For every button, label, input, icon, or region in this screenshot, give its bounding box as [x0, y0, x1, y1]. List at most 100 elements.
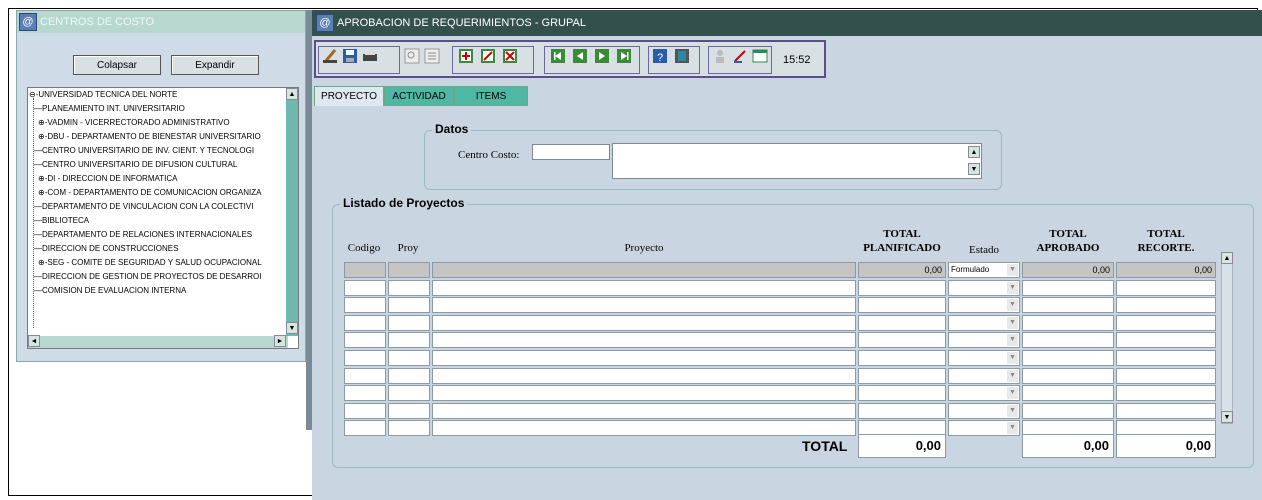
user-icon[interactable] [712, 48, 728, 64]
save-icon[interactable] [342, 48, 358, 64]
tree-node-root[interactable]: ⊖-UNIVERSIDAD TECNICA DEL NORTE [29, 88, 177, 102]
aprobado-cell[interactable] [1022, 279, 1114, 296]
recorte-cell[interactable] [1116, 279, 1216, 296]
aprobado-cell[interactable] [1022, 402, 1114, 419]
search-icon[interactable] [404, 48, 420, 64]
proyecto-cell[interactable] [432, 297, 856, 314]
dropdown-arrow-icon[interactable]: ▼ [1007, 387, 1018, 400]
list-icon[interactable] [424, 48, 440, 64]
expand-node-icon[interactable]: ⊕- [38, 258, 47, 267]
recorte-cell[interactable] [1116, 332, 1216, 349]
expand-node-icon[interactable]: ⊕- [38, 188, 47, 197]
tree-node[interactable]: —PLANEAMIENTO INT. UNIVERSITARIO [34, 102, 185, 116]
collapse-node-icon[interactable]: ⊖- [29, 90, 38, 99]
tree-vertical-scrollbar[interactable]: ▲ ▼ [286, 88, 298, 336]
proyecto-cell[interactable] [432, 350, 856, 366]
estado-cell[interactable]: ▼ [948, 279, 1020, 296]
expand-node-icon[interactable]: ⊕- [38, 132, 47, 141]
estado-cell[interactable]: ▼ [948, 367, 1020, 384]
aprobado-cell[interactable] [1022, 367, 1114, 384]
next-record-icon[interactable] [594, 48, 610, 64]
dropdown-arrow-icon[interactable]: ▼ [1007, 316, 1018, 329]
codigo-cell[interactable] [344, 297, 386, 314]
tree-node[interactable]: ⊕-COM - DEPARTAMENTO DE COMUNICACION ORG… [38, 186, 261, 200]
previous-record-icon[interactable] [572, 48, 588, 64]
recorte-cell[interactable] [1116, 402, 1216, 419]
proyecto-cell[interactable] [432, 262, 856, 278]
planificado-cell[interactable] [858, 385, 946, 402]
tree-horizontal-scrollbar[interactable]: ◄ ► [28, 335, 288, 348]
last-record-icon[interactable] [616, 48, 632, 64]
window-icon[interactable] [752, 48, 768, 64]
recorte-cell[interactable] [1116, 385, 1216, 402]
proy-cell[interactable] [388, 297, 430, 314]
scroll-up-icon[interactable]: ▲ [286, 88, 298, 100]
recorte-cell[interactable] [1116, 297, 1216, 314]
proyecto-cell[interactable] [432, 314, 856, 331]
tree-node[interactable]: ⊕-VADMIN - VICERRECTORADO ADMINISTRATIVO [38, 116, 230, 130]
planificado-cell[interactable] [858, 367, 946, 384]
proy-cell[interactable] [388, 385, 430, 402]
tree-node[interactable]: —COMISION DE EVALUACION INTERNA [34, 284, 186, 298]
dropdown-arrow-icon[interactable]: ▼ [1007, 369, 1018, 382]
proy-cell[interactable] [388, 420, 430, 437]
proyecto-cell[interactable] [432, 420, 856, 437]
centro-costo-name-input[interactable] [612, 143, 982, 179]
dropdown-arrow-icon[interactable]: ▼ [1007, 334, 1018, 347]
estado-cell[interactable]: ▼ [948, 332, 1020, 349]
aprobado-cell[interactable] [1022, 350, 1114, 366]
proy-cell[interactable] [388, 314, 430, 331]
aprobado-cell[interactable]: 0,00 [1022, 262, 1114, 278]
dropdown-arrow-icon[interactable]: ▼ [1007, 281, 1018, 294]
planificado-cell[interactable]: 0,00 [858, 262, 946, 278]
proyecto-cell[interactable] [432, 367, 856, 384]
codigo-cell[interactable] [344, 367, 386, 384]
planificado-cell[interactable] [858, 297, 946, 314]
tab-items[interactable]: ITEMS [454, 86, 528, 106]
tree-node[interactable]: —DEPARTAMENTO DE RELACIONES INTERNACIONA… [34, 228, 252, 242]
centro-costo-code-input[interactable] [532, 144, 610, 160]
estado-cell[interactable]: ▼ [948, 385, 1020, 402]
proy-cell[interactable] [388, 350, 430, 366]
tree-node[interactable]: —CENTRO UNIVERSITARIO DE INV. CIENT. Y T… [34, 144, 254, 158]
codigo-cell[interactable] [344, 350, 386, 366]
tree-node[interactable]: —DEPARTAMENTO DE VINCULACION CON LA COLE… [34, 200, 253, 214]
edit-record-icon[interactable] [480, 48, 496, 64]
expand-node-icon[interactable]: ⊕- [38, 174, 47, 183]
planificado-cell[interactable] [858, 314, 946, 331]
delete-record-icon[interactable] [502, 48, 518, 64]
estado-cell[interactable]: ▼ [948, 314, 1020, 331]
clear-icon[interactable] [322, 48, 338, 64]
scroll-down-icon[interactable]: ▼ [286, 322, 298, 334]
codigo-cell[interactable] [344, 314, 386, 331]
proyecto-cell[interactable] [432, 402, 856, 419]
codigo-cell[interactable] [344, 279, 386, 296]
tree-node[interactable]: ⊕-DBU - DEPARTAMENTO DE BIENESTAR UNIVER… [38, 130, 261, 144]
tree-node[interactable]: ⊕-DI - DIRECCION DE INFORMATICA [38, 172, 177, 186]
expand-button[interactable]: Expandir [171, 55, 259, 75]
proy-cell[interactable] [388, 367, 430, 384]
scroll-up-icon[interactable]: ▲ [968, 146, 980, 158]
tree-node[interactable]: —DIRECCION DE CONSTRUCCIONES [34, 242, 178, 256]
scroll-down-icon[interactable]: ▼ [1221, 411, 1233, 423]
proy-cell[interactable] [388, 279, 430, 296]
codigo-cell[interactable] [344, 385, 386, 402]
tree-node[interactable]: ⊕-SEG - COMITE DE SEGURIDAD Y SALUD OCUP… [38, 256, 262, 270]
dropdown-arrow-icon[interactable]: ▼ [1007, 422, 1018, 435]
grid-vertical-scrollbar[interactable]: ▲ ▼ [1221, 252, 1233, 424]
first-record-icon[interactable] [550, 48, 566, 64]
aprobado-cell[interactable] [1022, 385, 1114, 402]
help-icon[interactable]: ? [652, 48, 668, 64]
recorte-cell[interactable]: 0,00 [1116, 262, 1216, 278]
codigo-cell[interactable] [344, 332, 386, 349]
planificado-cell[interactable] [858, 402, 946, 419]
dropdown-arrow-icon[interactable]: ▼ [1007, 299, 1018, 312]
tree-node[interactable]: —DIRECCION DE GESTION DE PROYECTOS DE DE… [34, 270, 261, 284]
tab-actividad[interactable]: ACTIVIDAD [384, 86, 454, 106]
estado-cell[interactable]: ▼ [948, 420, 1020, 437]
planificado-cell[interactable] [858, 279, 946, 296]
proy-cell[interactable] [388, 262, 430, 278]
dropdown-arrow-icon[interactable]: ▼ [1007, 264, 1018, 276]
proyecto-cell[interactable] [432, 332, 856, 349]
insert-record-icon[interactable] [458, 48, 474, 64]
